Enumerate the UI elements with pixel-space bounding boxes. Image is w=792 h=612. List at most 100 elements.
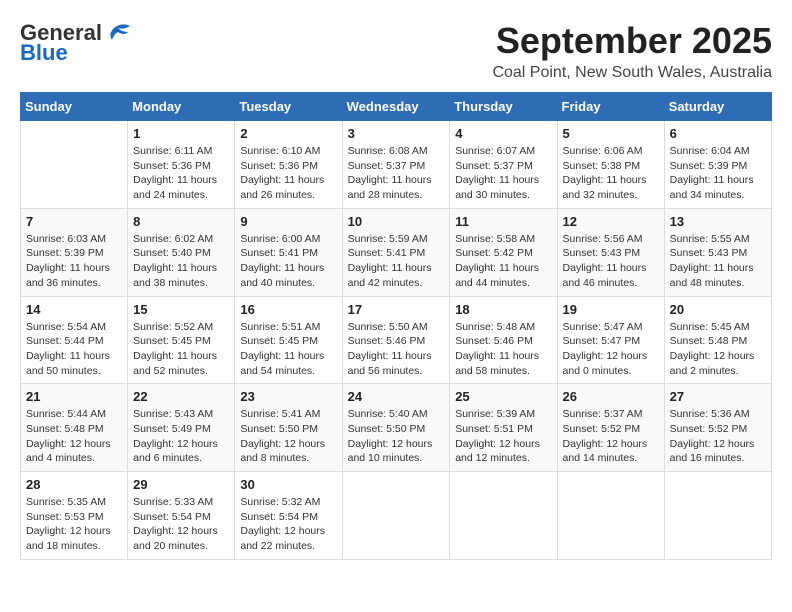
calendar-cell: 12Sunrise: 5:56 AM Sunset: 5:43 PM Dayli… [557,208,664,296]
logo-blue-text: Blue [20,40,68,66]
day-info: Sunrise: 5:59 AM Sunset: 5:41 PM Dayligh… [348,232,445,291]
day-number: 26 [563,389,659,404]
day-number: 18 [455,302,551,317]
day-info: Sunrise: 6:04 AM Sunset: 5:39 PM Dayligh… [670,144,766,203]
day-number: 30 [240,477,336,492]
day-number: 5 [563,126,659,141]
calendar-cell: 16 Sunrise: 5:51 AM Sunset: 5:45 PM Dayli… [235,296,342,384]
calendar-cell: 7 Sunrise: 6:03 AM Sunset: 5:39 PM Daylig… [21,208,128,296]
day-info: Sunrise: 5:55 AM Sunset: 5:43 PM Dayligh… [670,232,766,291]
page-header: General Blue September 2025 Coal Point, … [20,20,772,82]
title-area: September 2025 Coal Point, New South Wal… [492,20,772,82]
logo-bird-icon [104,22,132,44]
day-number: 29 [133,477,229,492]
day-number: 14 [26,302,122,317]
day-number: 3 [348,126,445,141]
day-info: Sunrise: 5:50 AM Sunset: 5:46 PM Dayligh… [348,320,445,379]
day-info: Sunrise: 5:54 AM Sunset: 5:44 PM Dayligh… [26,320,122,379]
calendar-cell: 30 Sunrise: 5:32 AM Sunset: 5:54 PM Dayli… [235,472,342,560]
calendar-cell: 24 Sunrise: 5:40 AM Sunset: 5:50 PM Dayli… [342,384,450,472]
calendar-cell: 17Sunrise: 5:50 AM Sunset: 5:46 PM Dayli… [342,296,450,384]
calendar-cell: 14 Sunrise: 5:54 AM Sunset: 5:44 PM Dayli… [21,296,128,384]
day-number: 1 [133,126,229,141]
calendar-cell: 2 Sunrise: 6:10 AM Sunset: 5:36 PM Daylig… [235,121,342,209]
calendar-week-row: 14 Sunrise: 5:54 AM Sunset: 5:44 PM Dayli… [21,296,772,384]
calendar-cell: 6Sunrise: 6:04 AM Sunset: 5:39 PM Daylig… [664,121,771,209]
weekday-header-wednesday: Wednesday [342,93,450,121]
weekday-header-tuesday: Tuesday [235,93,342,121]
day-info: Sunrise: 6:10 AM Sunset: 5:36 PM Dayligh… [240,144,336,203]
day-info: Sunrise: 5:47 AM Sunset: 5:47 PM Dayligh… [563,320,659,379]
calendar-cell: 8Sunrise: 6:02 AM Sunset: 5:40 PM Daylig… [128,208,235,296]
calendar-cell: 19Sunrise: 5:47 AM Sunset: 5:47 PM Dayli… [557,296,664,384]
weekday-header-saturday: Saturday [664,93,771,121]
day-info: Sunrise: 6:03 AM Sunset: 5:39 PM Dayligh… [26,232,122,291]
day-number: 27 [670,389,766,404]
calendar-header-row: SundayMondayTuesdayWednesdayThursdayFrid… [21,93,772,121]
calendar-cell: 10 Sunrise: 5:59 AM Sunset: 5:41 PM Dayli… [342,208,450,296]
day-number: 23 [240,389,336,404]
calendar-cell: 26 Sunrise: 5:37 AM Sunset: 5:52 PM Dayli… [557,384,664,472]
day-info: Sunrise: 6:02 AM Sunset: 5:40 PM Dayligh… [133,232,229,291]
month-title: September 2025 [492,20,772,62]
day-number: 11 [455,214,551,229]
calendar-cell [557,472,664,560]
calendar-cell [342,472,450,560]
day-number: 13 [670,214,766,229]
day-info: Sunrise: 6:11 AM Sunset: 5:36 PM Dayligh… [133,144,229,203]
day-number: 21 [26,389,122,404]
day-number: 22 [133,389,229,404]
calendar-week-row: 1 Sunrise: 6:11 AM Sunset: 5:36 PM Daylig… [21,121,772,209]
calendar-cell: 28 Sunrise: 5:35 AM Sunset: 5:53 PM Dayli… [21,472,128,560]
calendar-cell: 15Sunrise: 5:52 AM Sunset: 5:45 PM Dayli… [128,296,235,384]
day-info: Sunrise: 5:58 AM Sunset: 5:42 PM Dayligh… [455,232,551,291]
day-info: Sunrise: 5:51 AM Sunset: 5:45 PM Dayligh… [240,320,336,379]
calendar-cell: 11 Sunrise: 5:58 AM Sunset: 5:42 PM Dayli… [450,208,557,296]
calendar-week-row: 21Sunrise: 5:44 AM Sunset: 5:48 PM Dayli… [21,384,772,472]
day-number: 24 [348,389,445,404]
location-title: Coal Point, New South Wales, Australia [492,64,772,82]
calendar-cell: 27 Sunrise: 5:36 AM Sunset: 5:52 PM Dayli… [664,384,771,472]
day-info: Sunrise: 6:07 AM Sunset: 5:37 PM Dayligh… [455,144,551,203]
day-info: Sunrise: 5:56 AM Sunset: 5:43 PM Dayligh… [563,232,659,291]
day-info: Sunrise: 5:41 AM Sunset: 5:50 PM Dayligh… [240,407,336,466]
day-number: 25 [455,389,551,404]
day-number: 7 [26,214,122,229]
day-info: Sunrise: 5:40 AM Sunset: 5:50 PM Dayligh… [348,407,445,466]
day-info: Sunrise: 5:39 AM Sunset: 5:51 PM Dayligh… [455,407,551,466]
day-number: 2 [240,126,336,141]
day-info: Sunrise: 5:43 AM Sunset: 5:49 PM Dayligh… [133,407,229,466]
calendar-cell: 18Sunrise: 5:48 AM Sunset: 5:46 PM Dayli… [450,296,557,384]
weekday-header-sunday: Sunday [21,93,128,121]
calendar-cell: 25 Sunrise: 5:39 AM Sunset: 5:51 PM Dayli… [450,384,557,472]
calendar-cell: 4 Sunrise: 6:07 AM Sunset: 5:37 PM Daylig… [450,121,557,209]
calendar-cell: 23 Sunrise: 5:41 AM Sunset: 5:50 PM Dayli… [235,384,342,472]
calendar-cell: 13 Sunrise: 5:55 AM Sunset: 5:43 PM Dayli… [664,208,771,296]
weekday-header-friday: Friday [557,93,664,121]
calendar-cell: 29Sunrise: 5:33 AM Sunset: 5:54 PM Dayli… [128,472,235,560]
logo: General Blue [20,20,132,66]
calendar-cell: 21Sunrise: 5:44 AM Sunset: 5:48 PM Dayli… [21,384,128,472]
day-info: Sunrise: 5:35 AM Sunset: 5:53 PM Dayligh… [26,495,122,554]
day-info: Sunrise: 5:37 AM Sunset: 5:52 PM Dayligh… [563,407,659,466]
calendar-cell: 3Sunrise: 6:08 AM Sunset: 5:37 PM Daylig… [342,121,450,209]
day-info: Sunrise: 5:52 AM Sunset: 5:45 PM Dayligh… [133,320,229,379]
weekday-header-thursday: Thursday [450,93,557,121]
calendar-table: SundayMondayTuesdayWednesdayThursdayFrid… [20,92,772,560]
day-info: Sunrise: 5:36 AM Sunset: 5:52 PM Dayligh… [670,407,766,466]
day-number: 28 [26,477,122,492]
day-number: 10 [348,214,445,229]
calendar-cell [450,472,557,560]
day-number: 16 [240,302,336,317]
calendar-cell [21,121,128,209]
calendar-cell [664,472,771,560]
day-info: Sunrise: 5:32 AM Sunset: 5:54 PM Dayligh… [240,495,336,554]
calendar-cell: 22 Sunrise: 5:43 AM Sunset: 5:49 PM Dayli… [128,384,235,472]
day-number: 4 [455,126,551,141]
calendar-cell: 5Sunrise: 6:06 AM Sunset: 5:38 PM Daylig… [557,121,664,209]
calendar-week-row: 28 Sunrise: 5:35 AM Sunset: 5:53 PM Dayli… [21,472,772,560]
day-info: Sunrise: 5:45 AM Sunset: 5:48 PM Dayligh… [670,320,766,379]
calendar-cell: 20Sunrise: 5:45 AM Sunset: 5:48 PM Dayli… [664,296,771,384]
calendar-week-row: 7 Sunrise: 6:03 AM Sunset: 5:39 PM Daylig… [21,208,772,296]
calendar-cell: 1 Sunrise: 6:11 AM Sunset: 5:36 PM Daylig… [128,121,235,209]
